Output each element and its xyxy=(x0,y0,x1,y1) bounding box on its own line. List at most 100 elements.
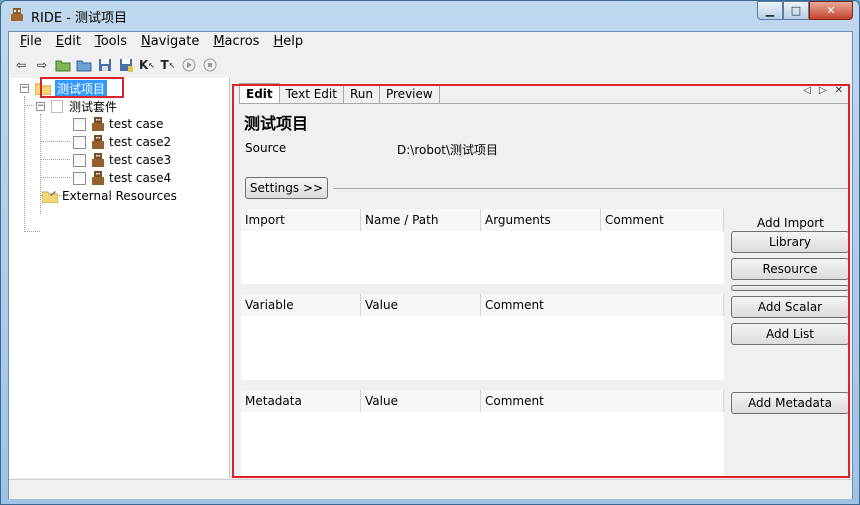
stop-icon[interactable] xyxy=(201,56,219,74)
search-tests-icon[interactable]: T ↖ xyxy=(159,56,177,74)
save-all-icon[interactable] xyxy=(117,56,135,74)
test-checkbox[interactable] xyxy=(73,117,86,131)
tab-close-icon[interactable]: ✕ xyxy=(835,85,843,96)
collapse-icon[interactable]: − xyxy=(20,83,29,93)
tree-item-external-resources[interactable]: External Resources xyxy=(42,187,177,205)
title-bar[interactable]: RIDE - 测试项目 ▁ □ ✕ xyxy=(1,1,859,31)
editor-title: 测试项目 xyxy=(244,114,309,133)
tab-edit[interactable]: Edit xyxy=(239,83,280,103)
maximize-button[interactable]: □ xyxy=(783,1,809,20)
editor-tabs: Edit Text Edit Run Preview xyxy=(239,83,440,103)
column-header: Comment xyxy=(481,390,724,412)
forward-arrow-icon[interactable]: ⇨ xyxy=(33,56,51,74)
open-suite-icon[interactable] xyxy=(54,56,72,74)
test-checkbox[interactable] xyxy=(73,153,86,167)
test-checkbox[interactable] xyxy=(73,171,86,185)
column-header: Import xyxy=(241,209,361,231)
variable-table-header: Variable Value Comment xyxy=(241,294,724,316)
tree-item-suite[interactable]: − 测试套件 xyxy=(36,97,117,115)
column-header: Variable xyxy=(241,294,361,316)
ride-app-icon xyxy=(11,8,23,21)
import-table-header: Import Name / Path Arguments Comment xyxy=(241,209,724,231)
metadata-table[interactable]: Metadata Value Comment xyxy=(241,390,724,476)
external-resources-label: External Resources xyxy=(62,189,177,203)
add-scalar-button[interactable]: Add Scalar xyxy=(731,296,849,318)
app-window: RIDE - 测试项目 ▁ □ ✕ File Edit Tools Naviga… xyxy=(0,0,860,505)
toolbar: ⇦ ⇨ K ↖ T ↖ xyxy=(9,53,852,77)
project-tree: − 测试项目 − 测试套件 test case test case2 test … xyxy=(9,77,230,478)
tab-left-icon[interactable]: ◁ xyxy=(803,85,811,96)
tree-item-test-case[interactable]: test case2 xyxy=(73,133,171,151)
back-arrow-icon[interactable]: ⇦ xyxy=(12,56,30,74)
minimize-button[interactable]: ▁ xyxy=(757,1,783,20)
save-icon[interactable] xyxy=(96,56,114,74)
tree-line xyxy=(24,231,40,232)
menu-tools[interactable]: Tools xyxy=(88,32,134,52)
folder-icon xyxy=(42,190,58,203)
tree-line xyxy=(24,105,34,106)
tree-line xyxy=(40,159,70,160)
highlight-box xyxy=(40,77,124,98)
maximize-icon: □ xyxy=(790,4,802,17)
column-header: Metadata xyxy=(241,390,361,412)
menu-navigate[interactable]: Navigate xyxy=(134,32,206,52)
tab-navigation: ◁ ▷ ✕ xyxy=(803,85,843,96)
test-checkbox[interactable] xyxy=(73,135,86,149)
tree-line xyxy=(40,141,70,142)
run-icon[interactable] xyxy=(180,56,198,74)
test-case-label: test case2 xyxy=(109,135,172,149)
tab-right-icon[interactable]: ▷ xyxy=(819,85,827,96)
file-icon xyxy=(51,99,63,113)
add-list-button[interactable]: Add List xyxy=(731,323,849,345)
tree-line xyxy=(40,114,41,214)
tree-line xyxy=(24,96,25,232)
column-header: Comment xyxy=(481,294,724,316)
close-icon: ✕ xyxy=(826,4,836,17)
menu-bar: File Edit Tools Navigate Macros Help xyxy=(9,32,852,52)
window-controls: ▁ □ ✕ xyxy=(757,1,853,21)
import-table[interactable]: Import Name / Path Arguments Comment xyxy=(241,209,724,284)
robot-icon xyxy=(92,135,104,149)
column-header: Comment xyxy=(601,209,724,231)
library-button[interactable]: Library xyxy=(731,231,849,253)
settings-button[interactable]: Settings >> xyxy=(245,177,328,199)
resource-button[interactable]: Resource xyxy=(731,258,849,280)
divider xyxy=(333,188,849,189)
metadata-table-header: Metadata Value Comment xyxy=(241,390,724,412)
variables-button[interactable]: Variables xyxy=(731,285,849,291)
column-header: Value xyxy=(361,390,481,412)
collapse-icon[interactable]: − xyxy=(36,101,45,111)
open-directory-icon[interactable] xyxy=(75,56,93,74)
column-header: Value xyxy=(361,294,481,316)
variable-table[interactable]: Variable Value Comment xyxy=(241,294,724,380)
window-title: RIDE - 测试项目 xyxy=(31,11,128,26)
test-case-label: test case3 xyxy=(109,153,172,167)
tree-line xyxy=(40,177,70,178)
edit-content: 测试项目 Source D:\robot\测试项目 Settings >> Im… xyxy=(239,103,849,483)
minimize-icon: ▁ xyxy=(765,4,775,17)
tree-suite-label: 测试套件 xyxy=(69,99,118,114)
tab-preview[interactable]: Preview xyxy=(378,85,440,103)
editor-panel: Edit Text Edit Run Preview ◁ ▷ ✕ 测试项目 So… xyxy=(234,78,851,483)
column-header: Name / Path xyxy=(361,209,481,231)
menu-help[interactable]: Help xyxy=(266,32,310,52)
tree-item-test-case[interactable]: test case4 xyxy=(73,169,171,187)
source-label: Source xyxy=(245,141,287,155)
robot-icon xyxy=(92,117,104,131)
tab-text-edit[interactable]: Text Edit xyxy=(278,85,344,103)
menu-macros[interactable]: Macros xyxy=(206,32,266,52)
column-header: Arguments xyxy=(481,209,601,231)
menu-file[interactable]: File xyxy=(13,32,49,52)
client-area: File Edit Tools Navigate Macros Help ⇦ ⇨… xyxy=(8,31,853,499)
test-case-label: test case xyxy=(109,117,164,131)
add-import-label: Add Import xyxy=(757,216,824,230)
test-case-label: test case4 xyxy=(109,171,172,185)
search-keywords-icon[interactable]: K ↖ xyxy=(138,56,156,74)
tree-item-test-case[interactable]: test case xyxy=(73,115,163,133)
tree-item-test-case[interactable]: test case3 xyxy=(73,151,171,169)
status-bar xyxy=(9,479,852,499)
add-metadata-button[interactable]: Add Metadata xyxy=(731,392,849,414)
menu-edit[interactable]: Edit xyxy=(49,32,88,52)
tab-run[interactable]: Run xyxy=(342,85,380,103)
close-button[interactable]: ✕ xyxy=(809,1,853,20)
